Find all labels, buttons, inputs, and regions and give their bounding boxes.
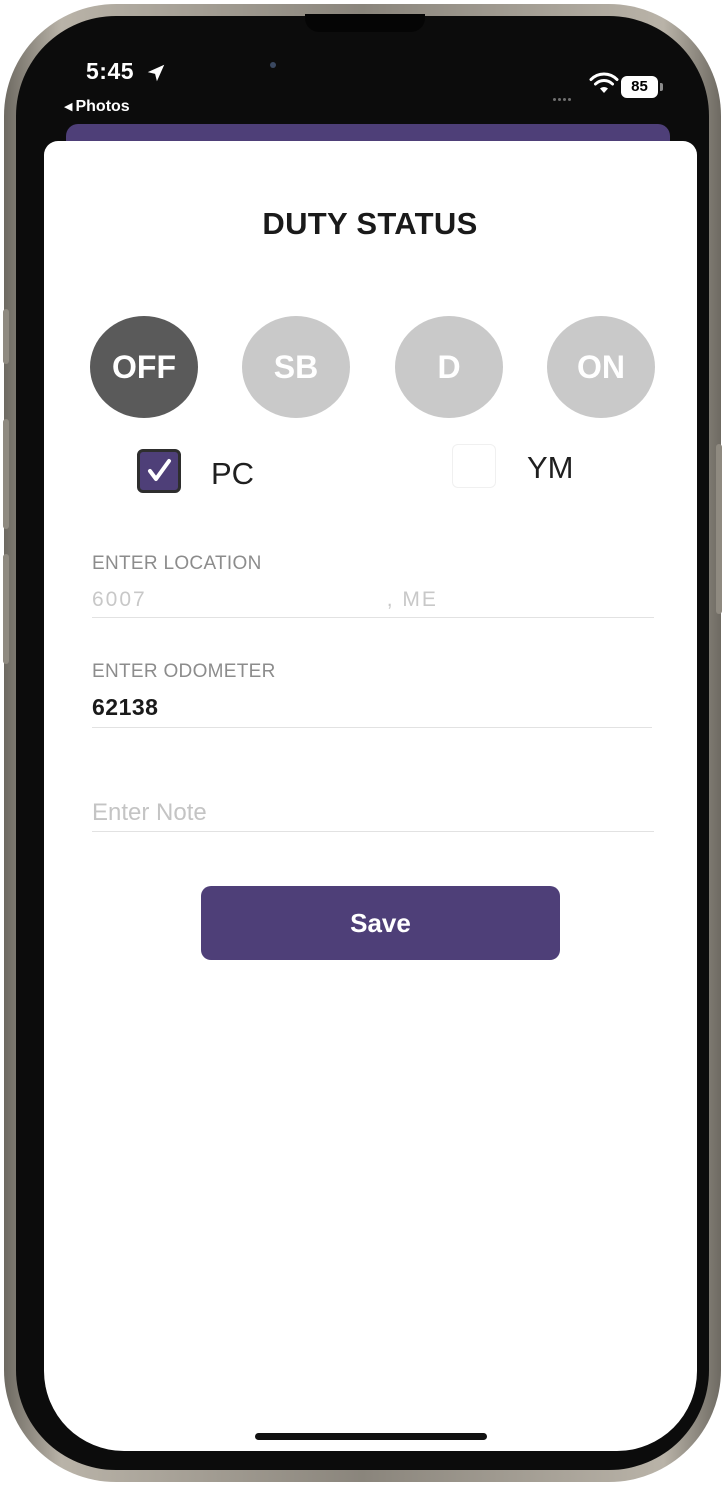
location-value-end: , ME [386, 588, 438, 611]
silent-switch [3, 309, 9, 364]
location-field[interactable]: 6007 , ME [92, 588, 438, 612]
location-arrow-icon [147, 64, 165, 82]
sheet-title: DUTY STATUS [262, 206, 478, 241]
front-camera-dot [270, 62, 276, 68]
volume-down-button [3, 554, 9, 664]
speaker-notch [305, 14, 425, 32]
status-sleeper-button[interactable]: SB [242, 316, 350, 418]
ym-checkbox[interactable] [452, 444, 496, 488]
status-driving-button[interactable]: D [395, 316, 503, 418]
back-app-label: Photos [75, 98, 130, 115]
checkmark-icon [148, 459, 171, 481]
power-button [716, 444, 722, 614]
wifi-icon [589, 72, 619, 93]
note-input[interactable] [92, 796, 652, 830]
ym-checkbox-label: YM [527, 450, 574, 485]
odometer-field[interactable]: 62138 [92, 694, 158, 721]
status-d-label: D [437, 348, 461, 385]
save-button[interactable]: Save [201, 886, 560, 960]
location-redacted [146, 592, 387, 609]
pc-checkbox-label: PC [211, 456, 255, 491]
location-underline [92, 617, 654, 618]
status-on-label: ON [577, 348, 625, 385]
note-underline [92, 831, 654, 832]
battery-cap [660, 83, 663, 91]
battery-icon: 85 [621, 76, 658, 98]
volume-up-button [3, 419, 9, 529]
status-on-duty-button[interactable]: ON [547, 316, 655, 418]
cellular-signal-icon [553, 88, 573, 106]
location-field-label: ENTER LOCATION [92, 553, 262, 574]
odometer-underline [92, 727, 652, 728]
status-off-button[interactable]: OFF [90, 316, 198, 418]
odometer-field-label: ENTER ODOMETER [92, 661, 276, 682]
back-to-app-link[interactable]: ◀ Photos [64, 98, 130, 116]
status-sb-label: SB [273, 348, 319, 385]
status-off-label: OFF [112, 348, 176, 385]
location-value-start: 6007 [92, 588, 147, 611]
back-triangle-icon: ◀ [64, 101, 73, 113]
status-time: 5:45 [86, 58, 135, 84]
pc-checkbox[interactable] [137, 449, 181, 493]
home-indicator[interactable] [255, 1433, 487, 1440]
